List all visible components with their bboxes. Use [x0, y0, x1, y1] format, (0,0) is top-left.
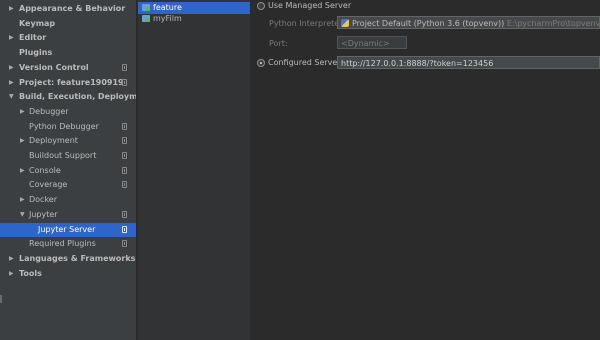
chevron-right-icon[interactable]: ▶	[9, 2, 14, 16]
port-field[interactable]: <Dynamic>	[337, 36, 407, 49]
tree-item-label: Deployment	[29, 136, 78, 146]
python-icon	[341, 19, 349, 27]
tree-item[interactable]: Required Plugins	[0, 237, 136, 251]
chevron-right-icon[interactable]: ▶	[20, 105, 25, 119]
tree-item[interactable]: Python Debugger	[0, 120, 136, 134]
tree-item-label: Plugins	[19, 48, 53, 58]
chevron-right-icon[interactable]: ▶	[9, 252, 14, 266]
python-project-icon	[142, 4, 150, 11]
interpreter-name: Project Default (Python 3.6 (topvenv))	[352, 19, 505, 28]
tree-item[interactable]: ▶ Tools	[0, 267, 136, 281]
tree-item[interactable]: ▶ Version Control	[0, 61, 136, 75]
python-interpreter-label: Python Interpreter:	[269, 19, 346, 28]
project-item-label: myFilm	[153, 14, 182, 23]
tree-item-label: Console	[29, 165, 61, 175]
tree-item[interactable]: Coverage	[0, 178, 136, 192]
project-scope-icon	[122, 225, 127, 233]
chevron-right-icon[interactable]: ▶	[9, 76, 14, 90]
tree-item-label: Appearance & Behavior	[19, 4, 126, 13]
chevron-down-icon[interactable]: ▼	[9, 90, 14, 104]
tree-item-label: Keymap	[19, 18, 56, 28]
project-scope-icon	[122, 152, 127, 159]
tree-item[interactable]: ▶ Languages & Frameworks	[0, 252, 136, 266]
use-managed-server-radio[interactable]	[257, 2, 265, 10]
settings-tree: ▶ Appearance & Behavior Keymap ▶ Editor Plugi…	[0, 0, 137, 340]
tree-item-label: Version Control	[19, 62, 89, 72]
chevron-right-icon[interactable]: ▶	[9, 267, 14, 281]
project-scope-icon	[122, 210, 127, 218]
project-scope-icon	[122, 240, 127, 248]
tree-item[interactable]: Buildout Support	[0, 149, 136, 163]
tree-item-label: Tools	[19, 268, 42, 278]
tree-item-label: Docker	[29, 195, 58, 205]
configured-server-input[interactable]: http://127.0.0.1:8888/?token=123456	[337, 56, 600, 69]
tree-item-label: Jupyter	[29, 209, 58, 219]
tree-item-label: Languages & Frameworks	[19, 253, 136, 263]
use-managed-server-label[interactable]: Use Managed Server	[268, 1, 351, 10]
tree-item[interactable]: ▶ Deployment	[0, 134, 136, 148]
chevron-right-icon[interactable]: ▶	[20, 193, 25, 207]
tree-item-label: Required Plugins	[29, 239, 96, 249]
project-scope-icon	[122, 181, 127, 189]
tree-item-label: Debugger	[29, 106, 69, 116]
tree-item-label: Editor	[19, 33, 47, 43]
project-scope-icon	[122, 63, 127, 71]
tree-item[interactable]: Keymap	[0, 17, 136, 31]
tree-item[interactable]: Jupyter Server	[0, 222, 136, 237]
tree-item-label: Python Debugger	[29, 121, 99, 131]
project-scope-icon	[122, 78, 127, 86]
tree-item[interactable]: ▶ Editor	[0, 31, 136, 45]
tree-item[interactable]: Plugins	[0, 46, 136, 60]
chevron-down-icon[interactable]: ▼	[20, 208, 25, 222]
interpreter-path: E:\pycharmPro\topvenv\Scripts\	[506, 19, 600, 28]
tree-item[interactable]: ▶ Docker	[0, 193, 136, 207]
chevron-right-icon[interactable]: ▶	[9, 31, 14, 45]
tree-item-label: Jupyter Server	[38, 224, 96, 234]
project-scope-icon	[122, 166, 127, 174]
configured-server-radio[interactable]	[257, 59, 265, 67]
port-label: Port:	[269, 39, 288, 48]
tree-item[interactable]: ▶ Appearance & Behavior	[0, 2, 136, 16]
tree-item-label: Build, Execution, Deployment	[19, 92, 137, 102]
tree-item[interactable]: ▼ Jupyter	[0, 208, 136, 222]
configured-server-label[interactable]: Configured Server:	[268, 58, 343, 67]
python-project-icon	[142, 15, 150, 22]
tree-item-label: Buildout Support	[29, 151, 97, 160]
tree-item[interactable]: ▼ Build, Execution, Deployment	[0, 90, 136, 104]
chevron-right-icon[interactable]: ▶	[20, 134, 25, 148]
window-edge-marker	[0, 295, 2, 303]
tree-item-label: Coverage	[29, 180, 68, 190]
project-scope-icon	[122, 122, 127, 130]
tree-item[interactable]: ▶ Console	[0, 164, 136, 178]
tree-item[interactable]: ▶ Project: feature190919	[0, 76, 136, 90]
project-item[interactable]: myFilm	[138, 13, 250, 25]
chevron-right-icon[interactable]: ▶	[20, 164, 25, 178]
jupyter-server-panel: Use Managed Server Python Interpreter: P…	[251, 0, 600, 340]
project-list: feature myFilm	[138, 0, 251, 340]
project-scope-icon	[122, 137, 127, 145]
python-interpreter-select[interactable]: Project Default (Python 3.6 (topvenv)) E…	[337, 16, 600, 29]
tree-item-label: Project: feature190919	[19, 77, 124, 87]
tree-item[interactable]: ▶ Debugger	[0, 105, 136, 119]
chevron-right-icon[interactable]: ▶	[9, 61, 14, 75]
